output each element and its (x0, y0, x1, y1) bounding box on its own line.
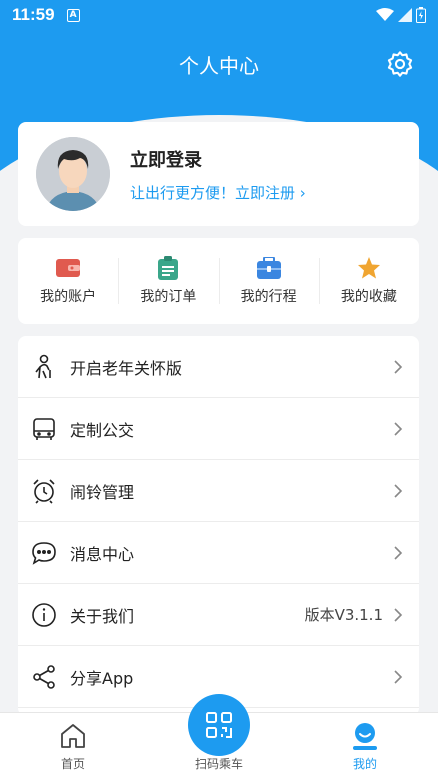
briefcase-icon (256, 256, 282, 280)
gear-icon[interactable] (386, 50, 414, 78)
chevron-right-icon (394, 483, 403, 498)
battery-icon (416, 7, 426, 23)
quick-label: 我的账户 (40, 289, 97, 305)
tab-label: 首页 (60, 757, 85, 771)
quick-label: 我的订单 (140, 289, 197, 305)
quick-actions: 我的账户 我的订单 我的行程 我的收藏 (18, 238, 419, 324)
menu-item-about[interactable]: 关于我们 版本V3.1.1 (18, 584, 419, 646)
alarm-clock-icon (30, 477, 58, 505)
login-card[interactable]: 立即登录 让出行更方便！立即注册 › (18, 122, 419, 226)
bus-icon (30, 415, 58, 443)
menu-label: 开启老年关怀版 (70, 358, 183, 378)
chevron-right-icon (394, 607, 403, 622)
home-icon (61, 724, 85, 748)
quick-favorites[interactable]: 我的收藏 (318, 256, 419, 306)
chevron-right-icon (394, 421, 403, 436)
clipboard-icon (155, 256, 181, 280)
status-icons (376, 7, 426, 23)
info-icon (30, 601, 58, 629)
menu-label: 消息中心 (70, 544, 135, 564)
page-title: 个人中心 (179, 53, 259, 78)
tab-label: 扫码乘车 (194, 757, 243, 771)
menu-label: 定制公交 (70, 420, 135, 440)
status-bar: 11:59 A (0, 0, 438, 30)
chevron-right-icon (394, 669, 403, 684)
signal-icon (398, 8, 412, 22)
login-title[interactable]: 立即登录 (130, 146, 306, 172)
chevron-right-icon (394, 545, 403, 560)
elder-icon (30, 353, 58, 381)
quick-label: 我的收藏 (340, 289, 397, 305)
quick-trips[interactable]: 我的行程 (218, 256, 319, 306)
profile-icon (353, 723, 377, 750)
menu-item-custom-bus[interactable]: 定制公交 (18, 398, 419, 460)
menu-item-alarm[interactable]: 闹铃管理 (18, 460, 419, 522)
tab-home[interactable]: 首页 (0, 713, 146, 780)
wifi-icon (376, 8, 394, 21)
quick-label: 我的行程 (240, 289, 297, 305)
wallet-icon (55, 256, 81, 280)
avatar (36, 137, 110, 211)
title-bar: 个人中心 (0, 40, 438, 88)
chat-bubble-icon (30, 539, 58, 567)
star-icon (356, 256, 382, 280)
scan-ride-button[interactable] (188, 694, 250, 756)
quick-account[interactable]: 我的账户 (18, 256, 118, 306)
settings-menu: 开启老年关怀版 定制公交 闹铃管理 消息中心 关于我们 版本V3.1.1 分享A… (18, 336, 419, 716)
menu-item-elder-mode[interactable]: 开启老年关怀版 (18, 336, 419, 398)
menu-label: 闹铃管理 (70, 482, 135, 502)
tab-profile[interactable]: 我的 (292, 713, 438, 780)
menu-label: 关于我们 (70, 606, 135, 626)
register-link[interactable]: 让出行更方便！立即注册 › (130, 182, 306, 203)
version-text: 版本V3.1.1 (304, 606, 383, 624)
share-icon (30, 663, 58, 691)
menu-item-messages[interactable]: 消息中心 (18, 522, 419, 584)
status-time: 11:59 (12, 5, 55, 24)
menu-label: 分享App (70, 668, 134, 688)
chevron-right-icon (394, 359, 403, 374)
notification-a-icon: A (66, 8, 80, 22)
user-avatar-icon (36, 137, 110, 211)
tab-label: 我的 (352, 757, 377, 771)
quick-orders[interactable]: 我的订单 (118, 256, 218, 306)
qr-scan-icon (206, 712, 232, 738)
